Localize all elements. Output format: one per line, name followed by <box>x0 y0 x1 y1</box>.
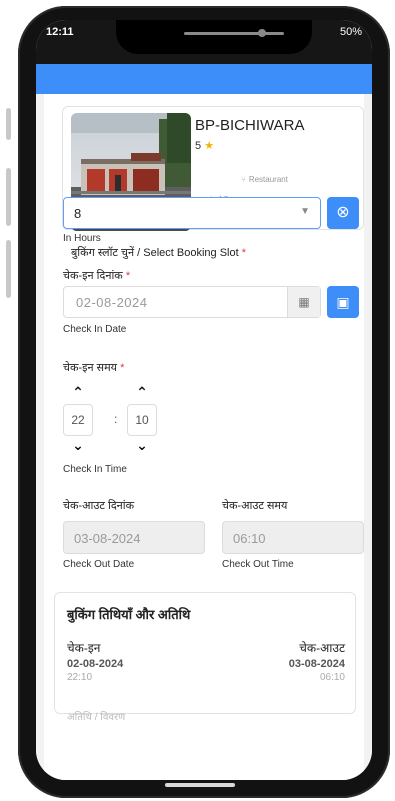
status-time: 12:11 <box>46 26 74 38</box>
phone-screen: 12:11 50% BP-BICHIWARA 5 ★ ⑂ Restaurant … <box>36 20 372 780</box>
hour-input[interactable]: 22 <box>63 404 93 436</box>
minute-input[interactable]: 10 <box>127 404 157 436</box>
check-out-date-field: 03-08-2024 <box>63 521 205 554</box>
required-mark: * <box>120 362 125 374</box>
required-mark: * <box>125 270 131 282</box>
check-out-date-label: चेक-आउट दिनांक <box>63 500 135 512</box>
check-in-date-input[interactable]: 02-08-2024 ▦ <box>63 286 321 318</box>
clear-icon: ⊗ <box>336 204 350 221</box>
summary-check-in: चेक-इन 02-08-2024 22:10 <box>67 639 123 683</box>
chevron-down-icon: ▼ <box>300 206 310 217</box>
side-button-volume-up <box>6 168 11 226</box>
booking-slot-value: 8 <box>74 206 82 221</box>
check-out-time-field: 06:10 <box>222 521 364 554</box>
booking-content[interactable]: BP-BICHIWARA 5 ★ ⑂Restaurant ❄AC बुकिंग … <box>36 94 372 780</box>
hour-decrement-chevron-down-icon[interactable]: ⌄ <box>68 437 88 454</box>
summary-check-in-time: 22:10 <box>67 672 93 683</box>
check-in-time-label: चेक-इन समय * <box>63 360 124 375</box>
notch <box>116 20 312 54</box>
booking-slot-label-text: बुकिंग स्लॉट चुनें / Select Booking Slot <box>71 247 239 259</box>
check-in-date-label: चेक-इन दिनांक * <box>63 268 130 283</box>
minute-decrement-chevron-down-icon[interactable]: ⌄ <box>132 437 152 454</box>
calendar-today-icon: ▣ <box>336 294 350 310</box>
check-in-date-value: 02-08-2024 <box>76 295 148 310</box>
hotel-name: BP-BICHIWARA <box>195 117 305 134</box>
side-button-top <box>6 108 11 140</box>
hotel-rating: 5 ★ <box>195 139 214 152</box>
booking-summary-card: बुकिंग तिथियाँ और अतिथि चेक-इन 02-08-202… <box>54 592 356 723</box>
summary-next-section: अतिथि / विवरण <box>67 712 126 723</box>
status-battery: 50% <box>339 26 362 38</box>
check-in-time-label-text: चेक-इन समय <box>63 362 118 374</box>
booking-slot-label: बुकिंग स्लॉट चुनें / Select Booking Slot… <box>71 245 246 260</box>
check-out-time-help: Check Out Time <box>222 559 294 570</box>
summary-check-out-time: 06:10 <box>319 672 345 683</box>
star-icon: ★ <box>204 140 215 152</box>
hotel-type: ⑂ Restaurant <box>241 175 288 184</box>
check-in-time-help: Check In Time <box>63 464 127 475</box>
check-out-time-label: चेक-आउट समय <box>222 500 288 512</box>
clear-slot-button[interactable]: ⊗ <box>327 197 359 229</box>
booking-slot-help: In Hours <box>63 233 101 244</box>
check-out-date-help: Check Out Date <box>63 559 135 570</box>
front-camera <box>258 29 266 37</box>
stage: 12:11 50% BP-BICHIWARA 5 ★ ⑂ Restaurant … <box>0 0 395 801</box>
summary-title: बुकिंग तिथियाँ और अतिथि <box>67 607 191 622</box>
booking-slot-select[interactable]: 8 ▼ <box>63 197 321 229</box>
time-separator: : <box>114 412 118 426</box>
rating-value: 5 <box>195 140 202 152</box>
speaker-grille <box>184 32 284 35</box>
minute-increment-chevron-up-icon[interactable]: ⌃ <box>132 384 152 401</box>
summary-check-out: चेक-आउट 03-08-2024 06:10 <box>289 639 345 683</box>
summary-check-in-label: चेक-इन <box>67 641 101 655</box>
side-button-volume-down <box>6 240 11 298</box>
check-in-date-label-text: चेक-इन दिनांक <box>63 270 123 282</box>
hour-increment-chevron-up-icon[interactable]: ⌃ <box>68 384 88 401</box>
restaurant-icon: ⑂ <box>241 175 246 184</box>
summary-check-out-label: चेक-आउट <box>299 641 345 655</box>
summary-check-in-date: 02-08-2024 <box>67 658 124 670</box>
today-button[interactable]: ▣ <box>327 286 359 318</box>
summary-check-out-date: 03-08-2024 <box>288 658 345 670</box>
home-indicator[interactable] <box>165 783 235 787</box>
check-in-date-help: Check In Date <box>63 324 127 335</box>
calendar-icon[interactable]: ▦ <box>287 287 320 317</box>
hotel-type-label: Restaurant <box>248 175 288 184</box>
app-bar <box>36 64 372 94</box>
required-mark: * <box>241 247 247 259</box>
